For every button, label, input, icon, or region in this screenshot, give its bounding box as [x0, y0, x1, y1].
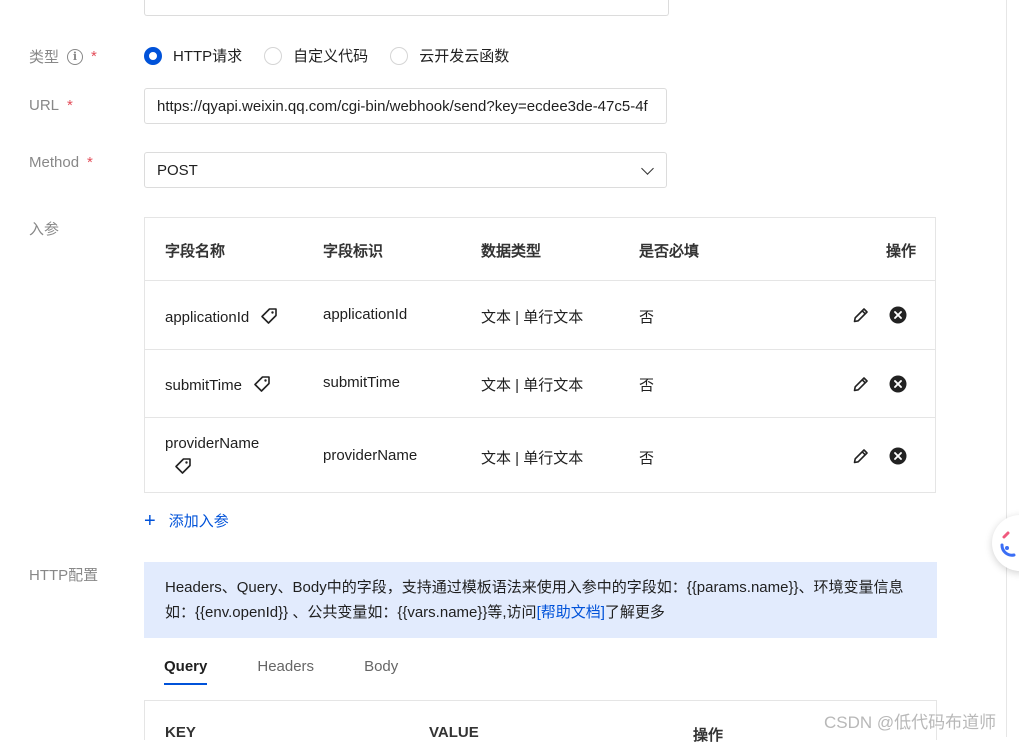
column-header: 操作: [886, 243, 917, 260]
table-header-row: 字段名称 字段标识 数据类型 是否必填 操作: [145, 218, 935, 281]
url-input[interactable]: https://qyapi.weixin.qq.com/cgi-bin/webh…: [144, 88, 667, 124]
floating-assistant-button[interactable]: [992, 515, 1019, 571]
http-config-tabs: Query Headers Body: [164, 658, 448, 685]
radio-checked-icon[interactable]: [144, 46, 162, 65]
field-name: submitTime: [165, 374, 272, 398]
radio-unchecked-icon[interactable]: [264, 46, 283, 65]
field-type: 文本 | 单行文本: [481, 309, 584, 326]
field-name: applicationId: [165, 306, 279, 330]
column-header: 数据类型: [481, 243, 542, 260]
column-header: 字段名称: [165, 243, 226, 260]
field-type: 文本 | 单行文本: [481, 450, 584, 467]
close-circle-icon[interactable]: [888, 305, 908, 330]
table-row: applicationId applicationId 文本 | 单行文本 否: [145, 281, 935, 350]
field-key: submitTime: [323, 374, 400, 391]
field-required: 否: [639, 309, 655, 326]
pencil-icon[interactable]: [851, 374, 871, 399]
column-header: 字段标识: [323, 243, 384, 260]
table-row: providerName providerName 文本 | 单行文本 否: [145, 418, 935, 492]
field-required: 否: [639, 377, 655, 394]
url-label: URL *: [29, 97, 73, 114]
tab-headers[interactable]: Headers: [257, 658, 314, 685]
tag-icon[interactable]: [252, 374, 272, 398]
required-mark: *: [87, 154, 93, 171]
radio-unchecked-icon[interactable]: [390, 46, 409, 65]
field-type: 文本 | 单行文本: [481, 377, 584, 394]
params-table: 字段名称 字段标识 数据类型 是否必填 操作 applicationId app…: [144, 217, 936, 493]
tab-query[interactable]: Query: [164, 658, 208, 685]
required-mark: *: [67, 97, 73, 114]
method-select[interactable]: POST: [144, 152, 667, 188]
column-header: 是否必填: [639, 243, 700, 260]
page-right-border: [1006, 0, 1007, 737]
field-required: 否: [639, 450, 655, 467]
column-header: VALUE: [429, 724, 479, 741]
assistant-logo-icon: [1000, 531, 1016, 557]
template-syntax-notice: Headers、Query、Body中的字段，支持通过模板语法来使用入参中的字段…: [144, 562, 937, 638]
query-table: KEY VALUE 操作: [144, 700, 937, 744]
close-circle-icon[interactable]: [888, 446, 908, 471]
tag-icon[interactable]: [173, 456, 193, 480]
add-param-button[interactable]: + 添加入参: [144, 510, 229, 531]
field-key: applicationId: [323, 306, 408, 323]
field-name: providerName: [165, 435, 295, 480]
table-row: submitTime submitTime 文本 | 单行文本 否: [145, 350, 935, 418]
column-header: 操作: [693, 727, 724, 744]
type-radio-group: HTTP请求 自定义代码 云开发云函数: [144, 45, 531, 66]
method-label: Method *: [29, 154, 93, 171]
radio-http-request[interactable]: HTTP请求: [144, 45, 242, 66]
close-circle-icon[interactable]: [888, 374, 908, 399]
chevron-down-icon: [641, 162, 654, 175]
radio-custom-code[interactable]: 自定义代码: [264, 45, 368, 66]
column-header: KEY: [165, 724, 196, 741]
tag-icon[interactable]: [259, 306, 279, 330]
plus-icon: +: [144, 509, 156, 532]
previous-field-box[interactable]: [144, 0, 669, 16]
http-config-label: HTTP配置: [29, 567, 99, 584]
tab-body[interactable]: Body: [364, 658, 398, 685]
radio-cloud-function[interactable]: 云开发云函数: [390, 45, 509, 66]
pencil-icon[interactable]: [851, 305, 871, 330]
field-key: providerName: [323, 447, 418, 464]
params-label: 入参: [29, 221, 60, 238]
info-circle-icon[interactable]: i: [67, 48, 84, 65]
help-doc-link[interactable]: [帮助文档]: [537, 604, 605, 621]
pencil-icon[interactable]: [851, 446, 871, 471]
required-mark: *: [91, 48, 97, 65]
type-label: 类型 i *: [29, 48, 97, 66]
watermark: CSDN @低代码布道师: [824, 713, 997, 732]
